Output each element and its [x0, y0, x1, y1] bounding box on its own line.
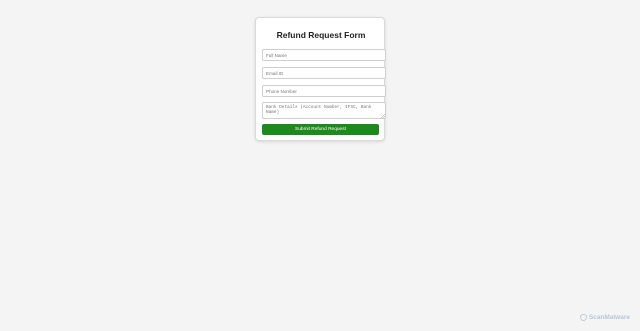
form-title: Refund Request Form — [276, 30, 366, 40]
page: Refund Request Form Submit Refund Reques… — [0, 0, 640, 331]
email-input[interactable] — [262, 67, 386, 79]
submit-refund-button[interactable]: Submit Refund Request — [262, 124, 379, 135]
scanmalware-watermark: ScanMalware — [580, 314, 630, 321]
shield-icon — [580, 314, 587, 321]
bank-details-textarea[interactable] — [262, 102, 386, 119]
phone-input[interactable] — [262, 85, 386, 97]
full-name-input[interactable] — [262, 49, 386, 61]
watermark-text: ScanMalware — [588, 314, 630, 321]
resize-handle-icon[interactable] — [381, 114, 385, 118]
refund-form-card: Refund Request Form Submit Refund Reques… — [255, 17, 386, 141]
